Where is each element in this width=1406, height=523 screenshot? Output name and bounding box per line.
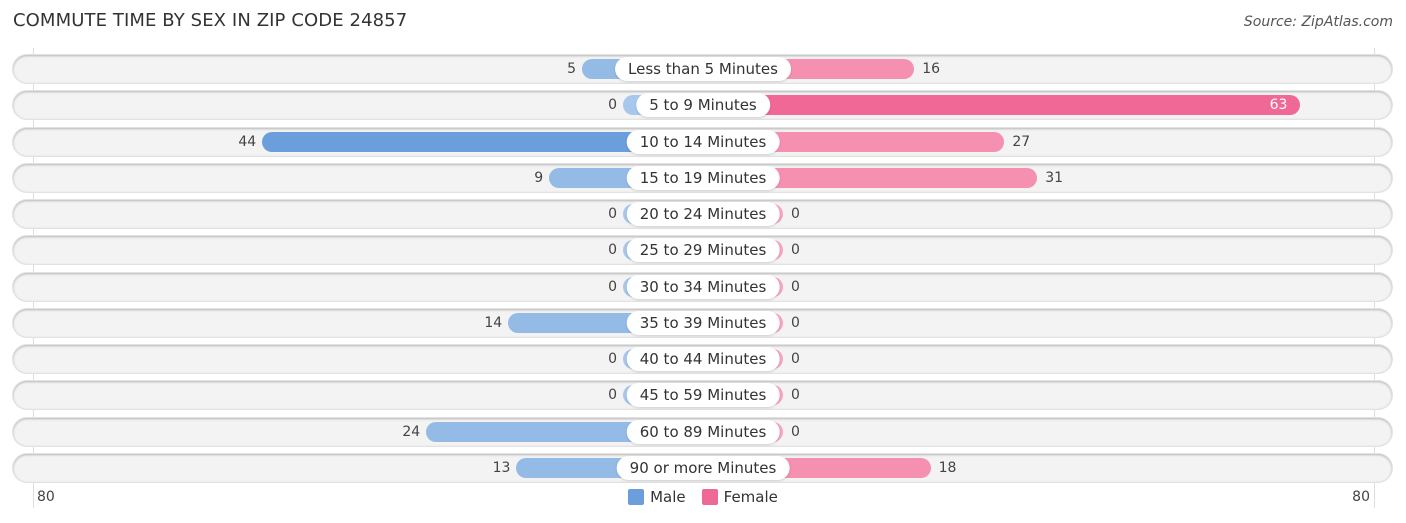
- value-label-male: 9: [534, 170, 544, 186]
- category-label: 45 to 59 Minutes: [626, 383, 780, 407]
- value-label-male: 5: [567, 61, 576, 77]
- legend: Male Female: [0, 488, 1406, 506]
- source-label: Source: ZipAtlas.com: [1243, 14, 1393, 30]
- value-label-male: 0: [608, 351, 617, 367]
- chart-title: COMMUTE TIME BY SEX IN ZIP CODE 24857: [13, 10, 408, 31]
- category-label: 5 to 9 Minutes: [636, 93, 770, 117]
- value-label-male: 44: [238, 134, 257, 150]
- category-label: Less than 5 Minutes: [615, 57, 791, 81]
- value-label-female: 18: [938, 460, 957, 476]
- value-label-male: 24: [402, 424, 421, 440]
- legend-item-male[interactable]: Male: [628, 488, 686, 506]
- legend-item-female[interactable]: Female: [701, 488, 778, 506]
- legend-label-male: Male: [650, 488, 686, 506]
- category-label: 40 to 44 Minutes: [626, 347, 780, 371]
- value-label-male: 0: [608, 242, 617, 258]
- value-label-female: 27: [1012, 134, 1031, 150]
- legend-swatch-male: [628, 489, 645, 505]
- category-label: 30 to 34 Minutes: [626, 275, 780, 299]
- value-label-male: 0: [608, 97, 617, 113]
- value-label-male: 0: [608, 279, 617, 295]
- value-label-male: 13: [492, 460, 511, 476]
- value-label-female: 0: [791, 424, 800, 440]
- category-label: 35 to 39 Minutes: [626, 311, 780, 335]
- value-label-male: 0: [608, 387, 617, 403]
- legend-swatch-female: [701, 489, 718, 505]
- category-label: 15 to 19 Minutes: [626, 166, 780, 190]
- value-label-female: 16: [922, 61, 941, 77]
- category-label: 20 to 24 Minutes: [626, 202, 780, 226]
- legend-label-female: Female: [723, 488, 778, 506]
- category-label: 25 to 29 Minutes: [626, 238, 780, 262]
- value-label-female: 0: [791, 279, 800, 295]
- value-label-female: 63: [1269, 97, 1288, 113]
- value-label-male: 0: [608, 206, 617, 222]
- value-label-female: 31: [1045, 170, 1064, 186]
- value-label-female: 0: [791, 242, 800, 258]
- category-label: 60 to 89 Minutes: [626, 420, 780, 444]
- value-label-female: 0: [791, 351, 800, 367]
- bar-female[interactable]: [703, 95, 1300, 115]
- category-label: 90 or more Minutes: [616, 456, 790, 480]
- category-label: 10 to 14 Minutes: [626, 130, 780, 154]
- value-label-female: 0: [791, 315, 800, 331]
- value-label-female: 0: [791, 206, 800, 222]
- value-label-female: 0: [791, 387, 800, 403]
- value-label-male: 14: [484, 315, 503, 331]
